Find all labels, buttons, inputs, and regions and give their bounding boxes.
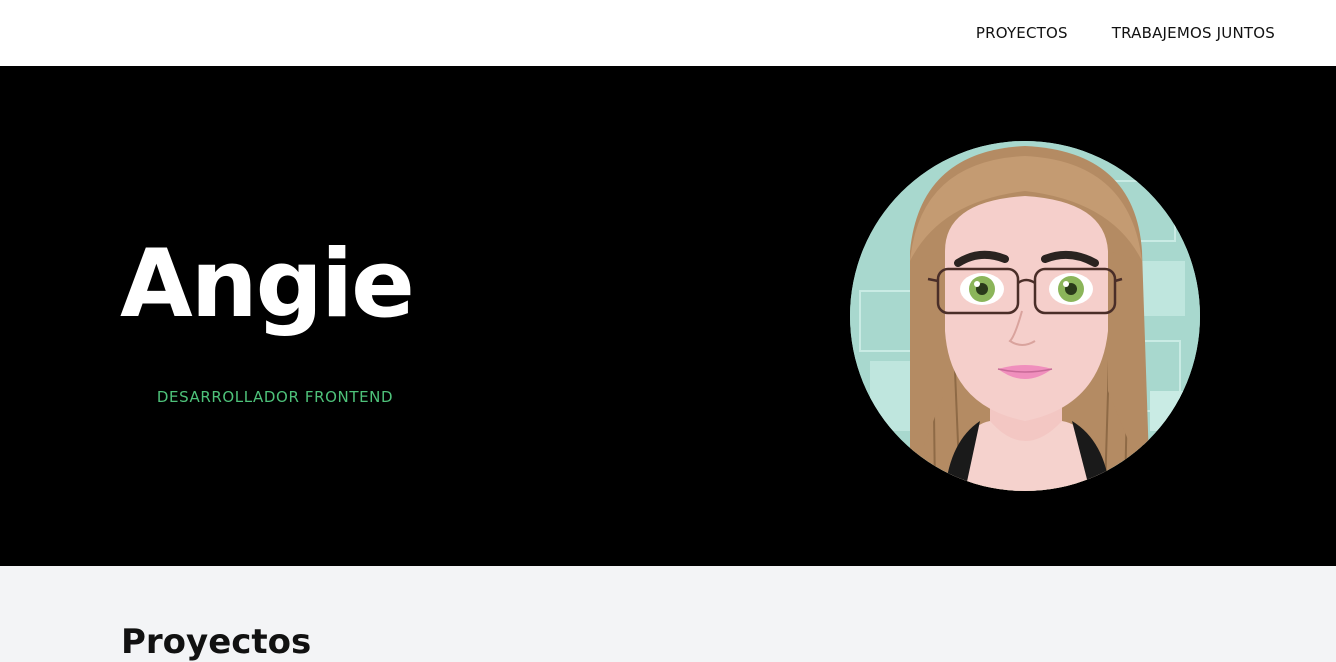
projects-title: Proyectos (121, 622, 312, 662)
hero-role: DESARROLLADOR FRONTEND (156, 388, 394, 406)
avatar (850, 141, 1200, 491)
nav-link-proyectos[interactable]: PROYECTOS (976, 24, 1068, 42)
hero-name: Angie (120, 230, 415, 339)
avatar-illustration-icon (850, 141, 1200, 491)
projects-section: Proyectos (0, 566, 1336, 662)
nav-link-trabajemos-juntos[interactable]: TRABAJEMOS JUNTOS (1112, 24, 1275, 42)
hero-section: Angie DESARROLLADOR FRONTEND (0, 66, 1336, 566)
top-navbar: PROYECTOS TRABAJEMOS JUNTOS (0, 0, 1336, 66)
